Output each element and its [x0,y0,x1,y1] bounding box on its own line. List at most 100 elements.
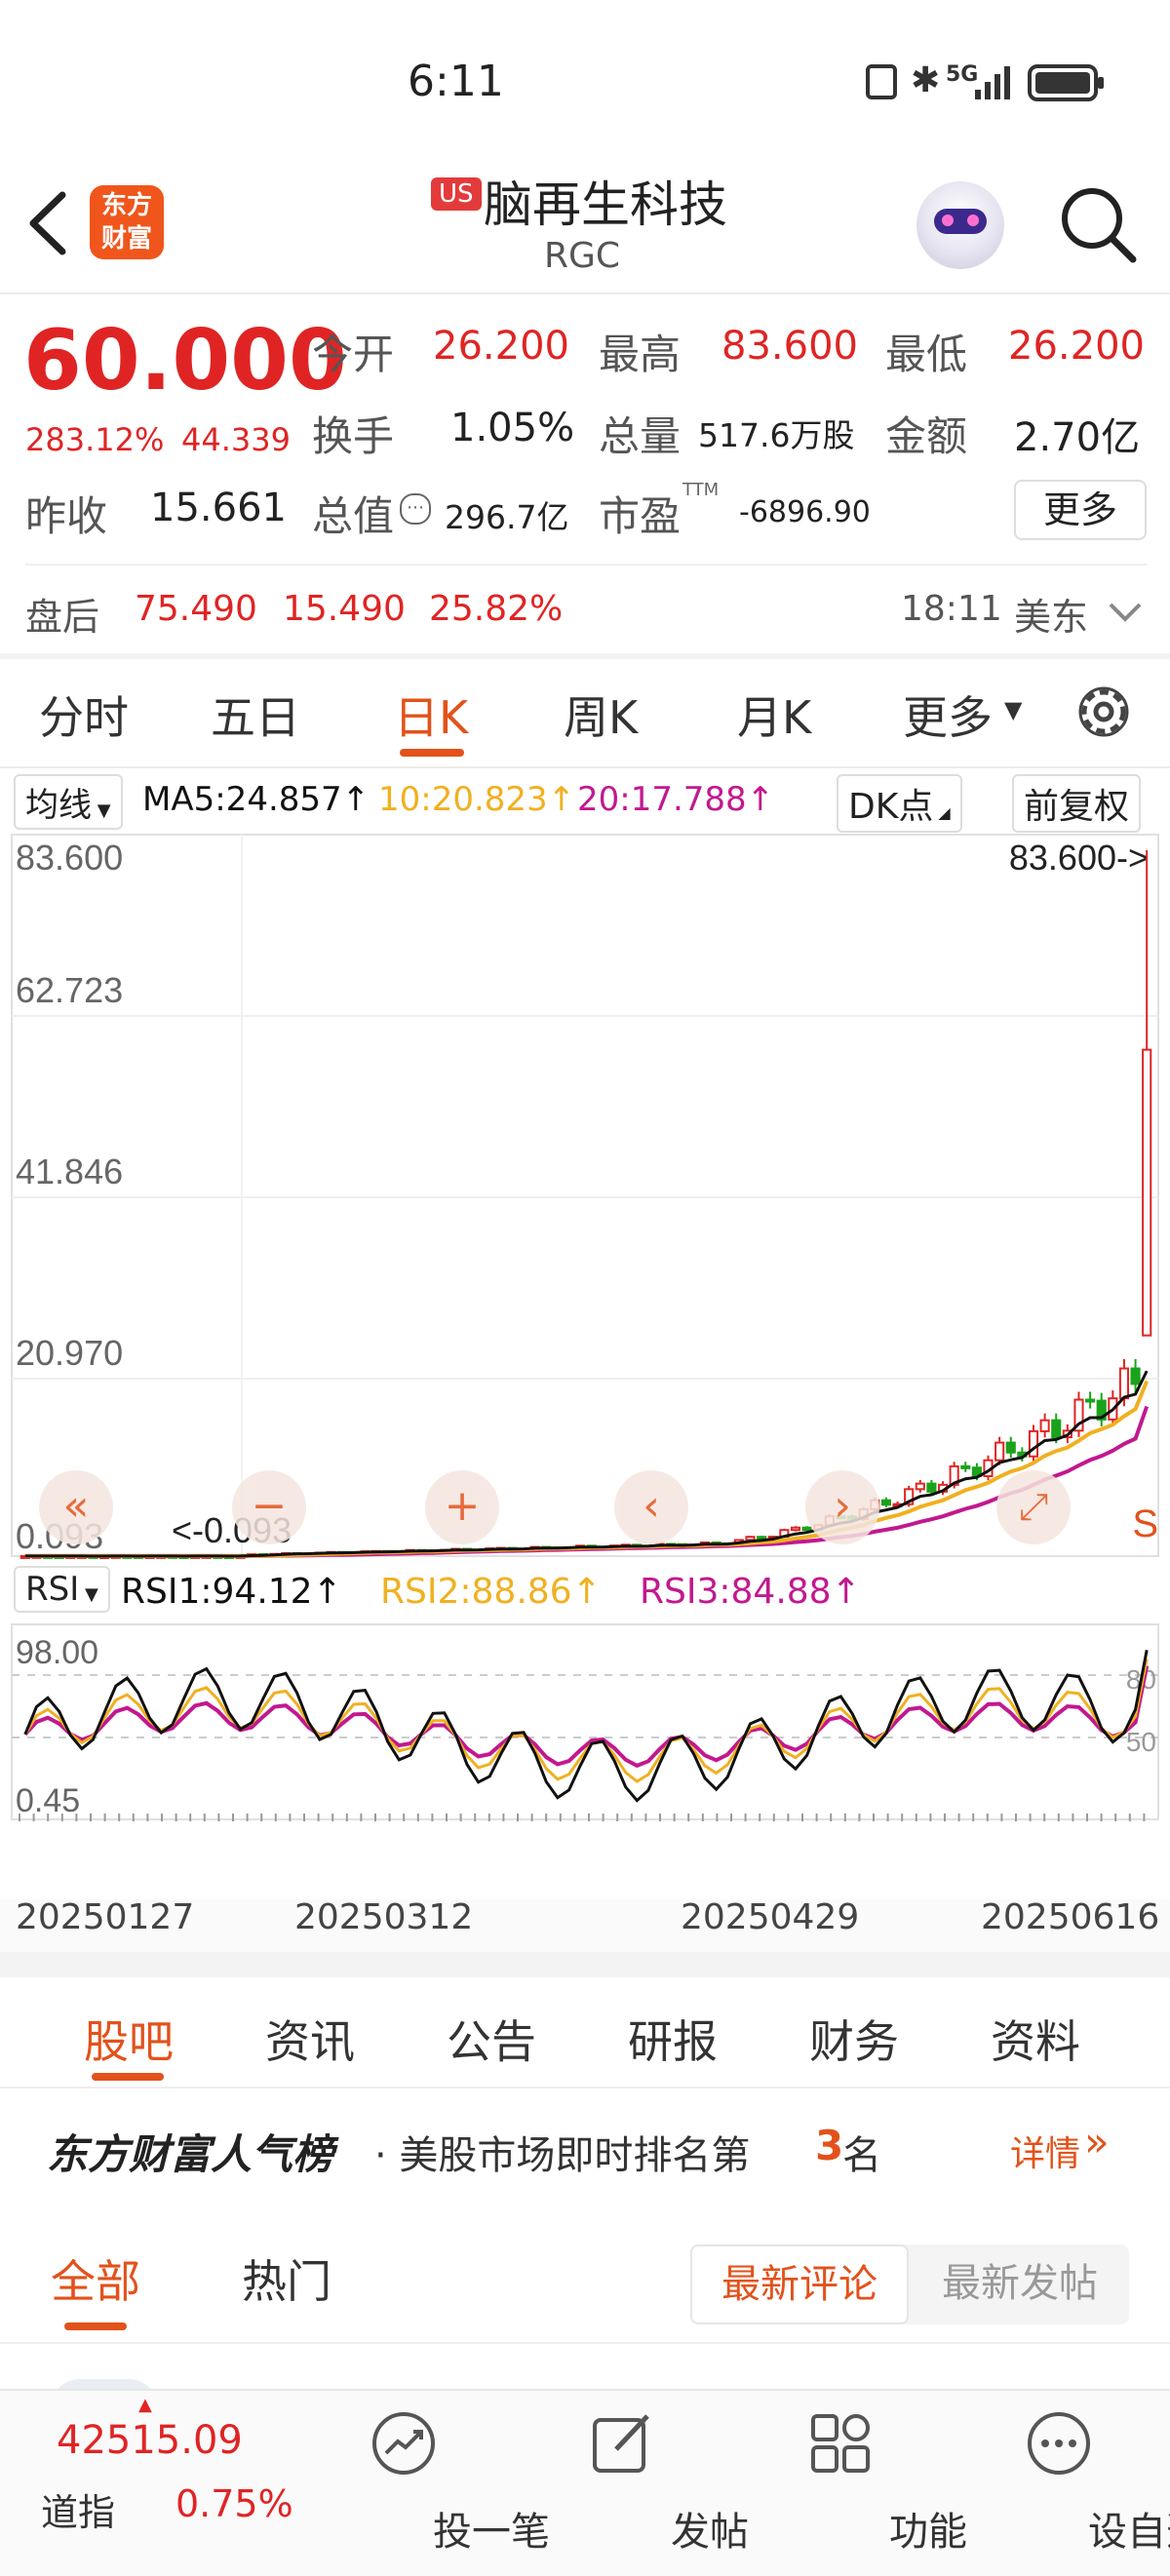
tab-intraday[interactable]: 分时 [39,683,129,747]
rsi-y-top: 98.00 [16,1634,98,1671]
status-time: 6:11 [408,57,504,106]
prev-close-label: 昨收 [25,492,108,540]
tab-research[interactable]: 研报 [628,2007,718,2071]
scroll-left-button[interactable]: ‹ [614,1470,688,1544]
fullscreen-button[interactable]: ⤢ [996,1470,1071,1544]
more-button[interactable]: 更多 [1014,480,1147,540]
caret-down-icon[interactable]: ▼ [1004,696,1022,723]
candle-body [745,1536,756,1542]
tab-daily-k[interactable]: 日K [394,683,468,747]
price-adjust-selector[interactable]: 前复权 [1012,774,1142,833]
ma20-value: 20:17.788↑ [577,780,775,819]
nav-functions-label: 功能 [889,2510,967,2555]
candle-body [1051,1419,1062,1439]
candle-body [1142,1048,1152,1337]
active-tab-underline [400,749,464,757]
ranking-number: 3 [815,2122,844,2169]
zoom-in-button[interactable]: + [425,1470,499,1544]
dk-point-selector[interactable]: DK点 ◢ [837,774,962,833]
back-icon[interactable] [25,189,68,257]
tab-announcements[interactable]: 公告 [447,2007,536,2071]
candle-body [1130,1367,1141,1386]
rsi1-value: RSI1:94.12↑ [121,1572,342,1612]
sort-latest-comment[interactable]: 最新评论 [690,2244,909,2324]
ranking-detail-link[interactable]: 详情 [1010,2126,1080,2176]
high-label: 最高 [599,331,682,378]
index-change: 0.75% [176,2482,293,2525]
after-hours-row[interactable]: 盘后 75.490 15.490 25.82% 18:11 美东 [0,566,1170,653]
rsi-selector[interactable]: RSI ▼ [14,1566,110,1613]
index-name[interactable]: 道指 [41,2482,115,2536]
candle-body [757,1536,767,1541]
tab-weekly-k[interactable]: 周K [564,683,638,747]
ranking-brand: 东方财富人气榜 [47,2130,334,2178]
index-value[interactable]: 42515.09 [57,2418,243,2463]
quote-panel: 60.000 283.12% 44.339 今开 26.200 最高 83.60… [0,294,1170,564]
volume-label: 总量 [599,412,682,460]
info-icon[interactable]: ⋯ [400,493,431,525]
candle-body [880,1499,891,1506]
rsi-chart[interactable]: 98.00 0.45 80 50 [0,1620,1170,1829]
rsi-indicator-bar: RSI ▼ RSI1:94.12↑ RSI2:88.86↑ RSI3:84.88… [0,1562,1170,1620]
last-price: 60.000 [23,312,347,410]
signal-s-marker: S [1132,1503,1158,1545]
date-label-0: 20250127 [16,1897,195,1937]
nav-invest-label: 投一笔 [433,2510,550,2555]
stock-ticker: RGC [544,236,621,276]
scroll-left-fast-button[interactable]: « [39,1470,113,1544]
candle-body [1039,1419,1050,1432]
kline-y-label-3: 20.970 [16,1333,123,1373]
rsi-frame [11,1623,1159,1820]
pe-label: 市盈 [599,492,682,540]
popularity-ranking[interactable]: 东方财富人气榜 · 美股市场即时排名第 3 名 详情 » [0,2088,1170,2205]
low-label: 最低 [885,331,968,378]
ma-selector[interactable]: 均线 ▼ [14,774,123,830]
candle-body [915,1482,925,1491]
tab-five-day[interactable]: 五日 [211,683,300,747]
rsi3-value: RSI3:84.88↑ [640,1572,861,1612]
tab-forum[interactable]: 股吧 [84,2007,174,2071]
kline-frame [11,834,1159,1557]
tab-news[interactable]: 资讯 [265,2007,355,2071]
turnover-value: 1.05% [450,406,575,450]
settings-gear-icon[interactable] [1072,681,1135,743]
candle-body [960,1464,971,1469]
after-hours-timezone: 美东 [1014,596,1089,639]
feed-tab-all[interactable]: 全部 [51,2246,140,2311]
after-hours-time: 18:11 [901,589,1002,629]
bluetooth-icon: ✱ [911,60,941,100]
tab-monthly-k[interactable]: 月K [737,683,811,747]
robot-assistant-icon[interactable] [916,181,1004,269]
feed-tabs: 全部 热门 最新评论 最新发帖 [0,2205,1170,2344]
chevron-down-icon[interactable] [1108,601,1143,624]
candle-body [1005,1441,1016,1454]
feed-tab-hot[interactable]: 热门 [242,2246,332,2311]
turnover-label: 换手 [312,412,395,460]
rsi-ref-50-label: 50 [1126,1727,1156,1757]
amount-label: 金额 [885,412,968,460]
tab-profile[interactable]: 资料 [991,2007,1080,2071]
high-value: 83.600 [722,324,858,369]
sort-latest-post[interactable]: 最新发帖 [913,2244,1127,2322]
tab-more[interactable]: 更多 [903,683,993,747]
ma-indicator-bar: 均线 ▼ MA5:24.857↑ 10:20.823↑ 20:17.788↑ D… [0,768,1170,833]
stock-name: 脑再生科技 [484,176,727,233]
search-icon[interactable] [1059,185,1137,263]
volume-value: 517.6万股 [698,416,855,454]
ranking-text-suffix: 名 [842,2133,881,2178]
zoom-out-button[interactable]: − [232,1470,306,1544]
ranking-text-prefix: · 美股市场即时排名第 [374,2133,751,2178]
date-label-1: 20250312 [294,1897,474,1937]
candle-body [790,1526,801,1532]
candle-body [1085,1398,1096,1403]
ma-selector-label: 均线 [25,786,92,825]
tab-financials[interactable]: 财务 [809,2007,899,2071]
kline-chart[interactable]: 83.600 62.723 41.846 20.970 0.093 83.600… [0,831,1170,1560]
prev-close-value: 15.661 [150,486,287,530]
eastmoney-logo[interactable]: 东方 财富 [90,185,164,259]
mktcap-label: 总值 [312,492,395,540]
edit-icon [593,2414,649,2473]
open-value: 26.200 [433,324,569,369]
scroll-right-button[interactable]: › [805,1470,879,1544]
change-percent: 283.12% [25,421,165,458]
